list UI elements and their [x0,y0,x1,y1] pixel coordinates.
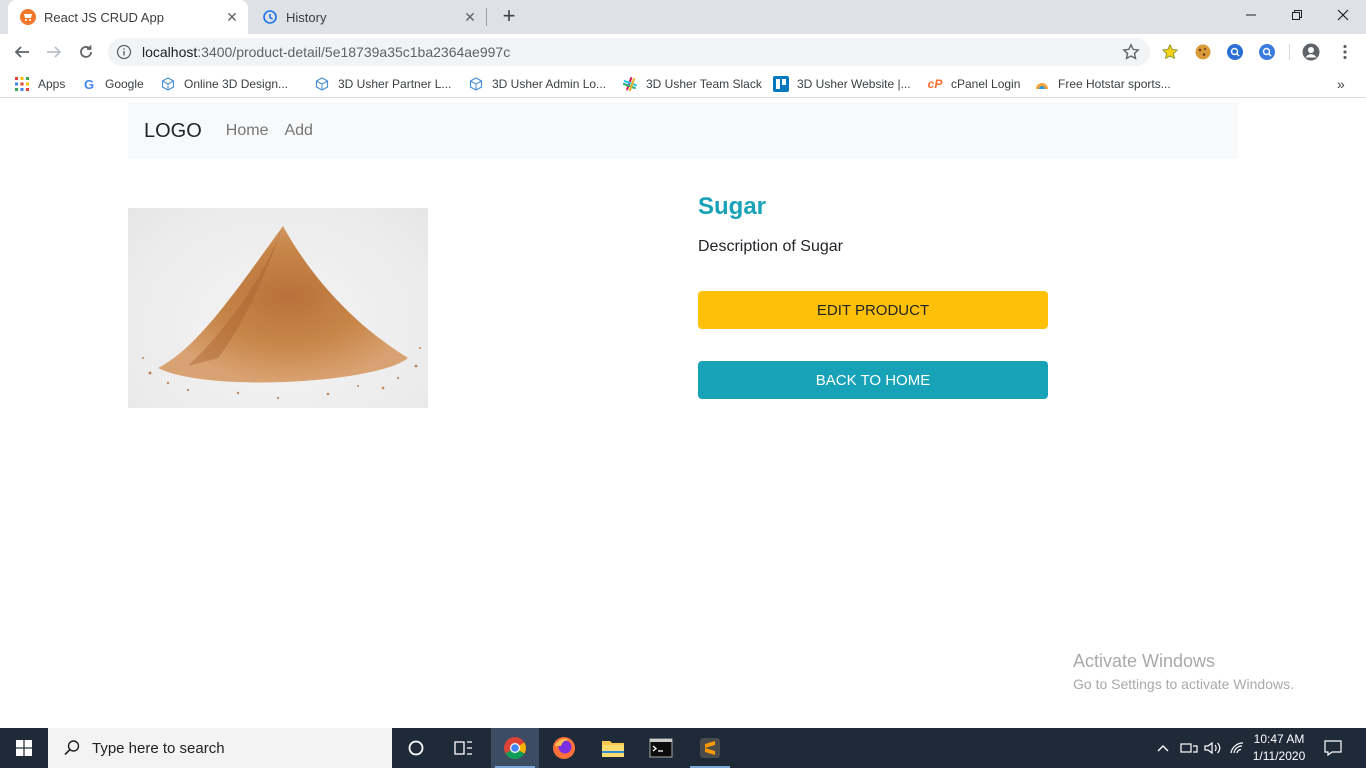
product-description: Description of Sugar [698,238,843,255]
bookmark-label: 3D Usher Partner L... [338,77,452,91]
tab-close-icon[interactable]: ✕ [462,9,478,25]
bookmark-online-3d-design[interactable]: Online 3D Design... [160,70,288,98]
windows-start-icon[interactable] [0,728,48,768]
bookmark-star-icon[interactable] [1122,43,1140,61]
cube-icon [468,76,484,92]
notification-center-icon[interactable] [1324,728,1342,768]
taskbar-search-input[interactable]: Type here to search [48,728,392,768]
bookmark-label: Apps [38,77,66,91]
cube-icon [160,76,176,92]
google-icon: G [83,76,95,92]
address-bar[interactable]: localhost:3400/product-detail/5e18739a35… [108,38,1150,66]
bookmark-label: Online 3D Design... [184,77,289,91]
reload-icon[interactable] [74,40,98,64]
url-host: localhost [142,44,198,60]
clock-date: 1/11/2020 [1252,749,1306,763]
bookmark-3d-usher-admin[interactable]: 3D Usher Admin Lo... [468,70,606,98]
volume-icon[interactable] [1204,728,1222,768]
cube-icon [314,76,330,92]
search-extension-icon[interactable] [1258,43,1276,61]
minimize-icon[interactable] [1228,0,1274,30]
taskbar-clock[interactable]: 10:47 AM 1/11/2020 [1248,731,1310,765]
bookmark-label: 3D Usher Team Slack [646,77,762,91]
clock-time: 10:47 AM [1253,732,1305,746]
activate-windows-watermark: Activate Windows Go to Settings to activ… [1073,651,1294,692]
cart-favicon-icon [20,9,36,25]
cpanel-icon: cP [927,77,943,91]
url-text: localhost:3400/product-detail/5e18739a35… [142,44,510,60]
tab-history[interactable]: History ✕ [250,0,486,34]
wifi-icon[interactable] [1229,728,1245,768]
network-icon[interactable] [1180,728,1198,768]
slack-icon [622,76,638,92]
bookmark-label: Free Hotstar sports... [1058,77,1171,91]
sublime-text-icon[interactable] [686,728,734,768]
product-image [128,208,428,408]
bookmark-label: cPanel Login [951,77,1021,91]
window-close-icon[interactable] [1320,0,1366,30]
back-to-home-button[interactable]: BACK TO HOME [698,361,1048,399]
tab-title: React JS CRUD App [44,9,164,25]
bookmarks-bar: Apps G Google Online 3D Design... 3D Ush… [0,70,1366,98]
tray-chevron-up-icon[interactable] [1156,728,1170,768]
url-path: :3400/product-detail/5e18739a35c1ba2364a… [197,44,511,60]
bookmark-label: Google [105,77,144,91]
toolbar-divider [1289,44,1290,60]
bookmark-cpanel-login[interactable]: cP cPanel Login [927,70,1021,98]
browser-toolbar: localhost:3400/product-detail/5e18739a35… [0,34,1366,70]
history-clock-icon [262,9,278,25]
tab-separator [486,8,487,26]
search-extension-icon[interactable] [1226,43,1244,61]
tab-react-crud[interactable]: React JS CRUD App ✕ [8,0,248,34]
firefox-taskbar-icon[interactable] [540,728,588,768]
bookmarks-overflow-chevron-icon[interactable]: » [1337,70,1345,98]
hotstar-icon [1034,76,1050,92]
task-view-icon[interactable] [440,728,488,768]
browser-tabstrip: React JS CRUD App ✕ History ✕ + [0,0,1366,34]
bookmark-3d-usher-slack[interactable]: 3D Usher Team Slack [622,70,762,98]
site-navbar: LOGO Home Add [128,103,1238,159]
back-arrow-icon[interactable] [10,40,34,64]
site-info-icon[interactable] [116,44,132,60]
search-placeholder: Type here to search [92,739,225,757]
product-title: Sugar [698,193,767,220]
apps-grid-icon [14,76,30,92]
brand-logo[interactable]: LOGO [144,120,202,143]
tab-title: History [286,9,327,25]
extension-star-icon[interactable] [1161,43,1179,61]
nav-link-add[interactable]: Add [284,122,312,140]
chrome-taskbar-icon[interactable] [491,728,539,768]
bookmark-3d-usher-partner[interactable]: 3D Usher Partner L... [314,70,451,98]
search-icon [62,738,82,758]
bookmark-apps[interactable]: Apps [14,70,65,98]
watermark-subtitle: Go to Settings to activate Windows. [1073,676,1294,692]
bookmark-label: 3D Usher Website |... [797,77,911,91]
tab-close-icon[interactable]: ✕ [224,9,240,25]
edit-product-button[interactable]: EDIT PRODUCT [698,291,1048,329]
kebab-menu-icon[interactable] [1336,43,1354,61]
new-tab-plus-icon[interactable]: + [498,5,520,27]
forward-arrow-icon[interactable] [42,40,66,64]
bookmark-3d-usher-website[interactable]: 3D Usher Website |... [773,70,911,98]
bookmark-label: 3D Usher Admin Lo... [492,77,607,91]
windows-taskbar: Type here to search 10:47 AM 1/11/2020 [0,728,1366,768]
bookmark-free-hotstar[interactable]: Free Hotstar sports... [1034,70,1171,98]
cookie-extension-icon[interactable] [1194,43,1212,61]
cortana-circle-icon[interactable] [392,728,440,768]
bookmark-google[interactable]: G Google [81,70,144,98]
trello-icon [773,76,789,92]
watermark-title: Activate Windows [1073,651,1216,671]
restore-icon[interactable] [1274,0,1320,30]
profile-avatar-icon[interactable] [1302,43,1320,61]
terminal-taskbar-icon[interactable] [637,728,685,768]
nav-link-home[interactable]: Home [226,122,269,140]
file-explorer-icon[interactable] [589,728,637,768]
